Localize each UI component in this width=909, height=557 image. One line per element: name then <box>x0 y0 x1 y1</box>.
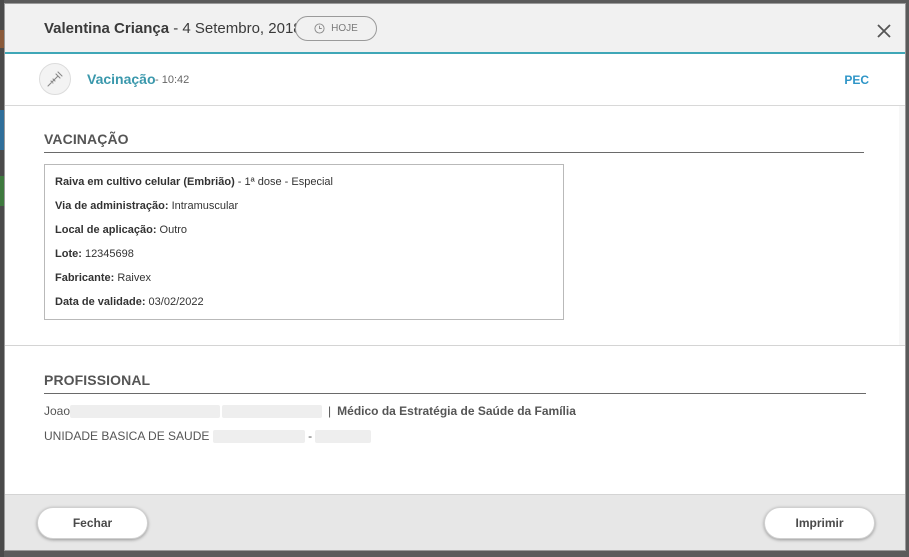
site-line: Local de aplicação: Outro <box>55 223 553 247</box>
redacted-name <box>70 405 221 419</box>
vaccination-section-rule <box>44 152 864 153</box>
vaccine-dose: - 1ª dose - Especial <box>234 176 333 188</box>
health-unit-separator: - <box>308 429 313 443</box>
record-title: Vacinação <box>87 71 156 87</box>
clock-icon <box>314 23 325 34</box>
vaccination-details-box: Raiva em cultivo celular (Embrião) - 1ª … <box>44 164 564 320</box>
route-label: Via de administração: <box>55 200 169 212</box>
vaccination-record-modal: Valentina Criança - 4 Setembro, 2018 HOJ… <box>4 3 906 551</box>
lot-label: Lote: <box>55 248 82 260</box>
redacted-unit <box>315 430 372 444</box>
professional-line: Joao | Médico da Estratégia de Saúde da Fa… <box>44 404 576 419</box>
manufacturer-label: Fabricante: <box>55 272 115 284</box>
expiry-value: 03/02/2022 <box>145 296 204 308</box>
professional-separator: | <box>328 404 332 418</box>
health-unit-name: UNIDADE BASICA DE SAUDE <box>44 429 210 443</box>
record-subheader: Vacinação - 10:42 PEC <box>5 54 905 106</box>
close-icon[interactable] <box>875 22 893 40</box>
professional-section-rule <box>44 393 866 394</box>
manufacturer-line: Fabricante: Raivex <box>55 271 553 295</box>
record-source: PEC <box>844 73 869 87</box>
lot-line: Lote: 12345698 <box>55 247 553 271</box>
record-time: - 10:42 <box>155 74 190 86</box>
print-button[interactable]: Imprimir <box>764 507 875 539</box>
site-value: Outro <box>156 224 188 236</box>
professional-role: Médico da Estratégia de Saúde da Família <box>337 404 576 418</box>
vaccine-name: Raiva em cultivo celular (Embrião) <box>55 176 235 188</box>
site-label: Local de aplicação: <box>55 224 157 236</box>
health-unit-line: UNIDADE BASICA DE SAUDE - <box>44 429 372 444</box>
scroll-area-edge <box>899 106 905 346</box>
today-button-label: HOJE <box>331 23 358 34</box>
professional-section-title: PROFISSIONAL <box>44 372 151 388</box>
patient-name: Valentina Criança <box>44 20 170 37</box>
modal-header: Valentina Criança - 4 Setembro, 2018 HOJ… <box>5 4 905 54</box>
vaccine-line: Raiva em cultivo celular (Embrião) - 1ª … <box>55 175 553 199</box>
manufacturer-value: Raivex <box>114 272 151 284</box>
today-button[interactable]: HOJE <box>295 16 377 41</box>
professional-first-name: Joao <box>44 404 71 418</box>
redacted-name <box>222 405 323 419</box>
section-divider <box>5 345 905 346</box>
modal-footer: Fechar Imprimir <box>5 494 905 550</box>
expiry-label: Data de validade: <box>55 296 146 308</box>
lot-value: 12345698 <box>81 248 134 260</box>
modal-title: Valentina Criança - 4 Setembro, 2018 <box>44 20 302 37</box>
record-date: - 4 Setembro, 2018 <box>169 20 302 37</box>
close-button[interactable]: Fechar <box>37 507 148 539</box>
route-value: Intramuscular <box>168 200 239 212</box>
syringe-icon <box>39 63 71 95</box>
redacted-unit <box>212 430 305 444</box>
expiry-line: Data de validade: 03/02/2022 <box>55 295 553 319</box>
vaccination-section-title: VACINAÇÃO <box>44 131 129 147</box>
route-line: Via de administração: Intramuscular <box>55 199 553 223</box>
